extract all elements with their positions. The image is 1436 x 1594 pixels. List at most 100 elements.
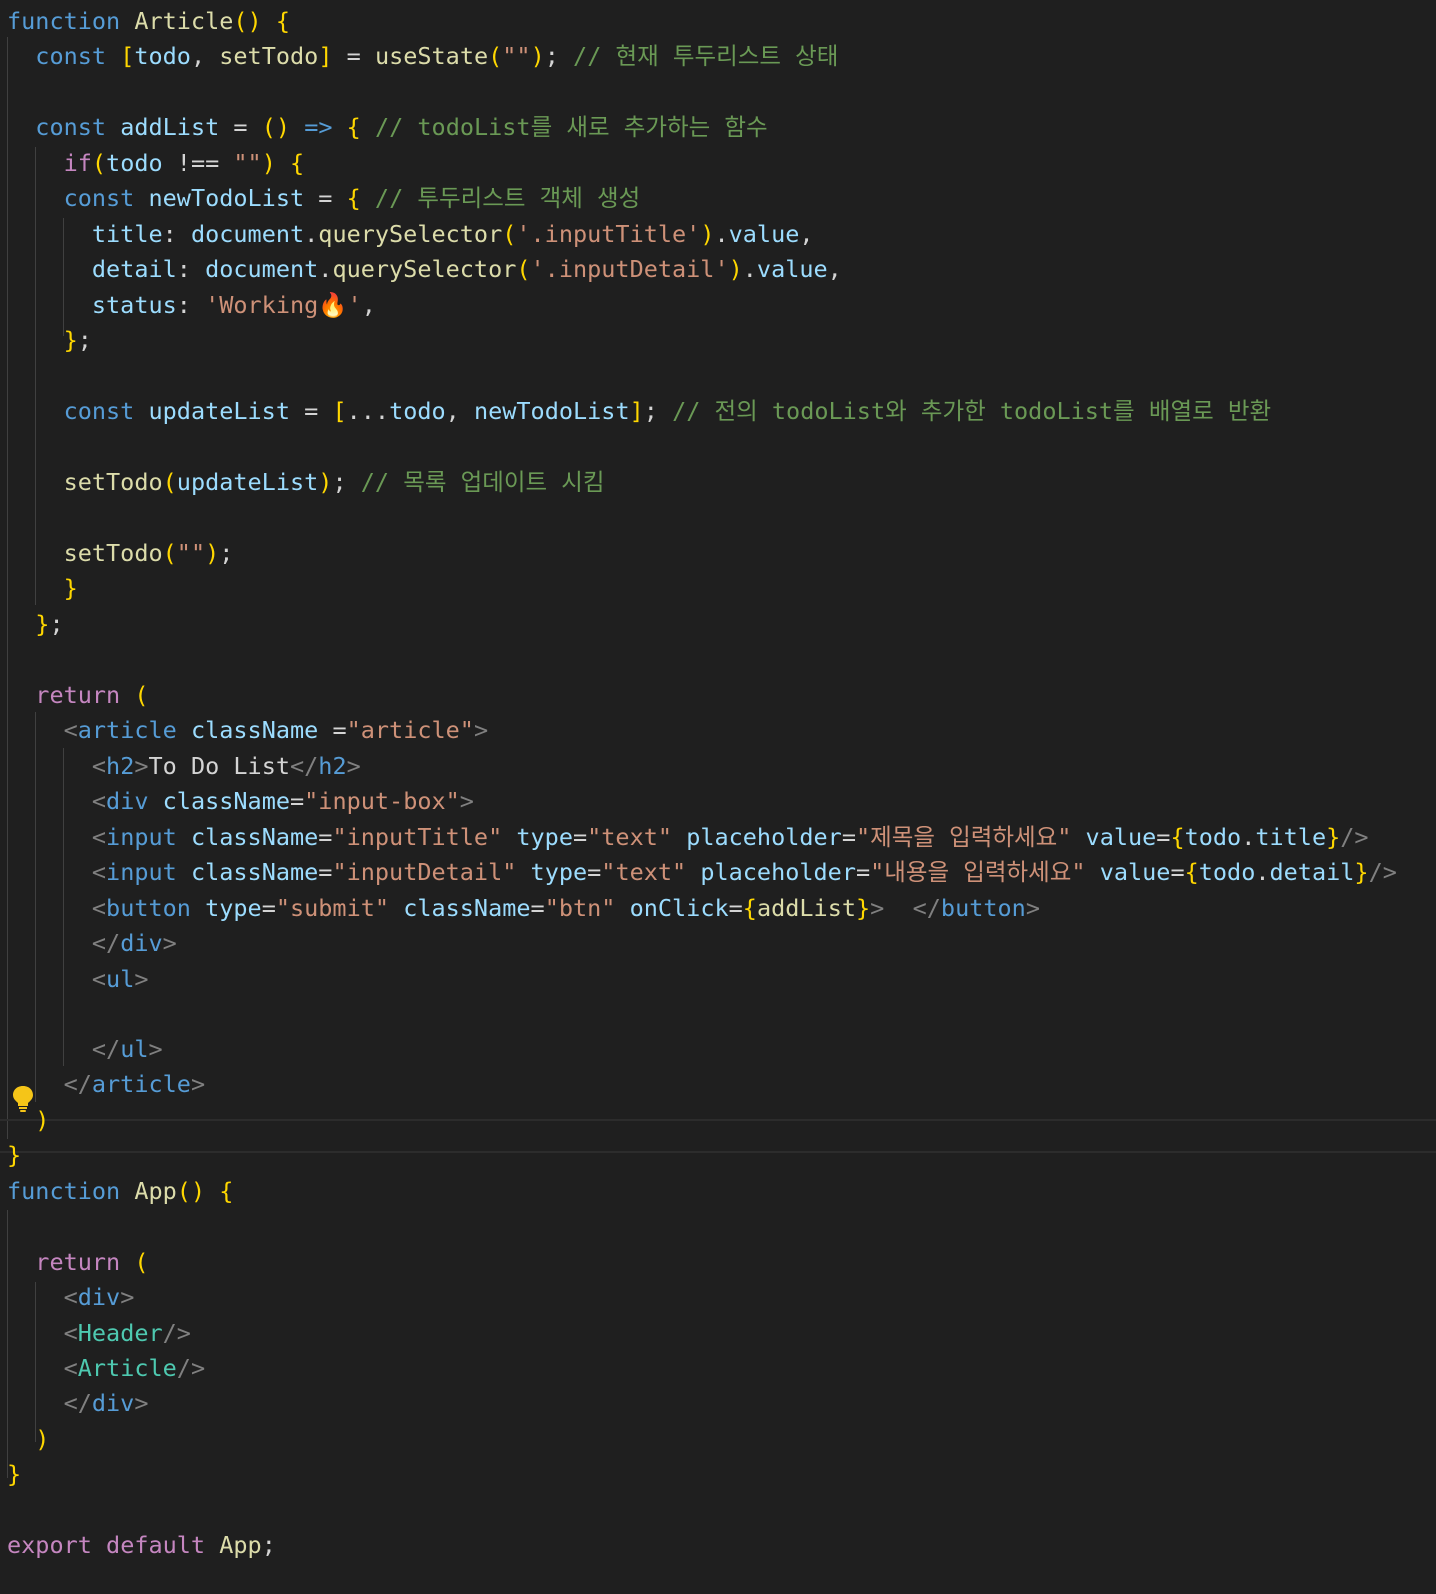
token: "내용을 입력하세요": [870, 858, 1086, 886]
token: =: [346, 42, 361, 70]
code-line[interactable]: <div>: [7, 1279, 135, 1315]
code-line[interactable]: <input className="inputDetail" type="tex…: [7, 854, 1397, 890]
code-line[interactable]: </ul>: [7, 1031, 163, 1067]
token: <: [63, 716, 78, 744]
code-line[interactable]: setTodo(updateList); // 목록 업데이트 시킴: [7, 464, 605, 500]
token: .: [304, 220, 319, 248]
token: const: [35, 113, 107, 141]
code-line[interactable]: ): [7, 1421, 49, 1457]
token: ]: [629, 397, 644, 425]
token: (: [134, 1248, 149, 1276]
token: type: [530, 858, 588, 886]
code-line[interactable]: }: [7, 1456, 21, 1492]
token: "": [502, 42, 531, 70]
token: {: [275, 7, 291, 35]
token: todo: [389, 397, 446, 425]
token: detail: [91, 255, 177, 283]
token: ;: [219, 539, 234, 567]
code-line[interactable]: setTodo("");: [7, 535, 234, 571]
token: >: [134, 1389, 149, 1417]
token: {: [346, 113, 361, 141]
token: "btn": [544, 894, 616, 922]
code-line[interactable]: const [todo, setTodo] = useState(""); //…: [7, 38, 838, 74]
token: =: [572, 823, 588, 851]
code-line[interactable]: function App() {: [7, 1173, 233, 1209]
token: Article: [77, 1354, 177, 1382]
token: ;: [261, 1531, 276, 1559]
code-line[interactable]: <div className="input-box">: [7, 783, 474, 819]
token: todo: [1198, 858, 1256, 886]
token: </: [63, 1389, 92, 1417]
code-line[interactable]: <Header/>: [7, 1315, 191, 1351]
token: .: [714, 220, 729, 248]
token: </: [91, 929, 121, 957]
token: querySelector: [332, 255, 517, 283]
token: >: [134, 965, 149, 993]
code-line[interactable]: };: [7, 606, 63, 642]
code-line[interactable]: function Article() {: [7, 3, 290, 39]
code-line[interactable]: </article>: [7, 1066, 206, 1102]
token: <: [63, 1319, 78, 1347]
token: newTodoList: [148, 184, 305, 212]
token: >: [459, 787, 474, 815]
code-line[interactable]: ): [7, 1102, 49, 1138]
token: article: [77, 716, 177, 744]
token: >: [134, 752, 149, 780]
token: }: [63, 574, 78, 602]
code-line[interactable]: const updateList = [...todo, newTodoList…: [7, 393, 1271, 429]
token: const: [35, 42, 107, 70]
code-line[interactable]: detail: document.querySelector('.inputDe…: [7, 251, 842, 287]
token: (: [91, 149, 107, 177]
code-line[interactable]: <button type="submit" className="btn" on…: [7, 890, 1040, 926]
token: }: [7, 1460, 22, 1488]
code-line[interactable]: const newTodoList = { // 투두리스트 객체 생성: [7, 180, 641, 216]
token: <: [91, 894, 107, 922]
code-line[interactable]: <input className="inputTitle" type="text…: [7, 819, 1369, 855]
token: </: [63, 1070, 92, 1098]
code-line[interactable]: <h2>To Do List</h2>: [7, 748, 361, 784]
code-line[interactable]: }: [7, 1137, 21, 1173]
token: </: [290, 752, 319, 780]
token: document: [205, 255, 319, 283]
token: {: [742, 894, 757, 922]
code-line[interactable]: };: [7, 322, 92, 358]
token: updateList: [148, 397, 290, 425]
code-line[interactable]: </div>: [7, 925, 177, 961]
token: ): [261, 149, 276, 177]
code-line[interactable]: <ul>: [7, 961, 149, 997]
code-line[interactable]: <article className ="article">: [7, 712, 489, 748]
token: >: [870, 894, 885, 922]
token: newTodoList: [473, 397, 630, 425]
code-line[interactable]: return (: [7, 1244, 149, 1280]
code-line[interactable]: status: 'Working🔥',: [7, 287, 376, 323]
code-line[interactable]: const addList = () => { // todoList를 새로 …: [7, 109, 767, 145]
token: ,: [361, 291, 376, 319]
token: ul: [106, 965, 135, 993]
token: className: [190, 858, 319, 886]
token: className: [162, 787, 290, 815]
token: (: [261, 113, 276, 141]
token: ,: [827, 255, 842, 283]
token: <: [63, 1283, 78, 1311]
token: >: [190, 1070, 206, 1098]
token: Header: [77, 1319, 163, 1347]
token: todo: [134, 42, 191, 70]
token: setTodo: [63, 468, 163, 496]
code-line[interactable]: }: [7, 570, 78, 606]
token: />: [1340, 823, 1369, 851]
token: updateList: [176, 468, 319, 496]
token: }: [1326, 823, 1341, 851]
code-line[interactable]: if(todo !== "") {: [7, 145, 305, 181]
token: 'Working🔥': [205, 291, 362, 319]
code-line[interactable]: </div>: [7, 1385, 149, 1421]
code-line[interactable]: title: document.querySelector('.inputTit…: [7, 216, 814, 252]
token: value: [1099, 858, 1171, 886]
token: status: [91, 291, 177, 319]
code-line[interactable]: export default App;: [7, 1527, 276, 1563]
token: ul: [120, 1035, 149, 1063]
code-line[interactable]: <Article/>: [7, 1350, 206, 1386]
token: if: [63, 149, 92, 177]
code-line[interactable]: return (: [7, 677, 148, 713]
token: }: [7, 1141, 22, 1169]
code-editor[interactable]: function Article() { const [todo, setTod…: [0, 0, 1436, 1594]
